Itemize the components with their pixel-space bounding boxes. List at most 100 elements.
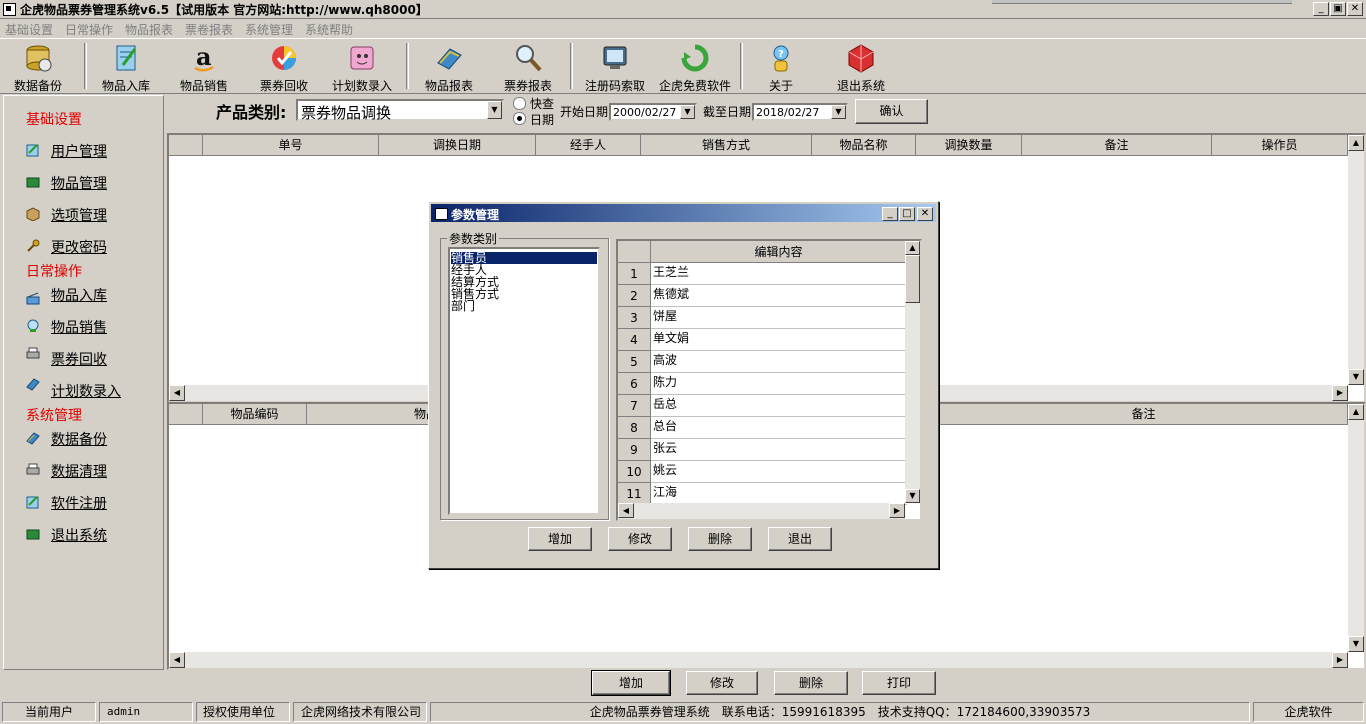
toolbar-free-software[interactable]: 企虎免费软件: [656, 41, 734, 93]
row-number[interactable]: 7: [618, 395, 651, 417]
row-number[interactable]: 2: [618, 285, 651, 307]
row-number[interactable]: 8: [618, 417, 651, 439]
toolbar-exit[interactable]: 退出系统: [834, 41, 888, 93]
sidebar-item-data-backup[interactable]: 数据备份: [51, 429, 107, 449]
scroll-down-icon[interactable]: ▼: [1348, 636, 1364, 652]
row-number[interactable]: 9: [618, 439, 651, 461]
toolbar-stock-in[interactable]: 物品入库: [98, 41, 154, 93]
toolbar-data-backup[interactable]: 数据备份: [10, 41, 66, 93]
column-header[interactable]: 调换数量: [916, 135, 1022, 156]
column-header[interactable]: 经手人: [536, 135, 641, 156]
table-cell[interactable]: 姚云: [651, 461, 907, 483]
table-cell[interactable]: 焦德斌: [651, 285, 907, 307]
toolbar-goods-report[interactable]: 物品报表: [420, 41, 478, 93]
table-cell[interactable]: 王芝兰: [651, 263, 907, 285]
list-item[interactable]: 部门: [451, 300, 475, 312]
dialog-exit-button[interactable]: 退出: [768, 527, 832, 551]
radio-quick[interactable]: [513, 97, 526, 110]
toolbar-about[interactable]: ? 关于: [758, 41, 804, 93]
sidebar-item-plan-entry[interactable]: 计划数录入: [51, 381, 121, 401]
sidebar-item-change-password[interactable]: 更改密码: [51, 237, 107, 257]
row-number[interactable]: 10: [618, 461, 651, 483]
chevron-down-icon[interactable]: ▼: [831, 105, 846, 119]
delete-button[interactable]: 删除: [774, 671, 848, 695]
column-header[interactable]: 销售方式: [641, 135, 812, 156]
toolbar-ticket-recycle[interactable]: 票券回收: [256, 41, 312, 93]
table-cell[interactable]: 总台: [651, 417, 907, 439]
toolbar-plan-entry[interactable]: 计划数录入: [330, 41, 394, 93]
print-button[interactable]: 打印: [862, 671, 936, 695]
sidebar-item-goods-management[interactable]: 物品管理: [51, 173, 107, 193]
toolbar-sales[interactable]: a 物品销售: [176, 41, 232, 93]
radio-date[interactable]: [513, 112, 526, 125]
sidebar-item-options-management[interactable]: 选项管理: [51, 205, 107, 225]
menu-system-admin[interactable]: 系统管理: [245, 21, 293, 38]
dialog-maximize-button[interactable]: □: [899, 207, 915, 221]
row-number[interactable]: 3: [618, 307, 651, 329]
toolbar-ticket-report[interactable]: 票券报表: [500, 41, 556, 93]
table-cell[interactable]: 高波: [651, 351, 907, 373]
column-header[interactable]: 备注: [940, 404, 1348, 425]
close-button[interactable]: ✕: [1347, 2, 1363, 16]
row-number[interactable]: 11: [618, 483, 651, 505]
scroll-up-icon[interactable]: ▲: [1348, 135, 1364, 151]
sidebar-item-ticket-recycle[interactable]: 票券回收: [51, 349, 107, 369]
column-header[interactable]: 物品编码: [203, 404, 307, 425]
row-number[interactable]: 1: [618, 263, 651, 285]
scroll-left-icon[interactable]: ◀: [618, 503, 634, 518]
vertical-scrollbar[interactable]: ▲ ▼: [905, 241, 920, 503]
menu-daily-ops[interactable]: 日常操作: [65, 21, 113, 38]
scroll-left-icon[interactable]: ◀: [169, 385, 185, 401]
add-button[interactable]: 增加: [591, 670, 671, 696]
vertical-scrollbar[interactable]: ▲ ▼: [1348, 404, 1364, 652]
table-cell[interactable]: 江海: [651, 483, 907, 505]
dialog-close-button[interactable]: ✕: [917, 207, 933, 221]
chevron-down-icon[interactable]: ▼: [487, 101, 502, 119]
row-number[interactable]: 4: [618, 329, 651, 351]
sidebar-item-data-cleanup[interactable]: 数据清理: [51, 461, 107, 481]
category-list[interactable]: 销售员 经手人 结算方式 销售方式 部门: [448, 247, 600, 515]
scroll-down-icon[interactable]: ▼: [1348, 369, 1364, 385]
scroll-right-icon[interactable]: ▶: [1332, 385, 1348, 401]
restore-button[interactable]: ▣: [1330, 2, 1346, 16]
table-cell[interactable]: 岳总: [651, 395, 907, 417]
scroll-up-icon[interactable]: ▲: [905, 241, 920, 255]
confirm-button[interactable]: 确认: [855, 99, 928, 124]
chevron-down-icon[interactable]: ▼: [680, 105, 695, 119]
table-cell[interactable]: 饼屋: [651, 307, 907, 329]
row-number[interactable]: 6: [618, 373, 651, 395]
table-cell[interactable]: 单文娟: [651, 329, 907, 351]
toolbar-register-code[interactable]: 注册码索取: [582, 41, 648, 93]
sidebar-item-software-register[interactable]: 软件注册: [51, 493, 107, 513]
column-header[interactable]: 单号: [203, 135, 379, 156]
scroll-down-icon[interactable]: ▼: [905, 489, 920, 503]
column-header[interactable]: 物品名称: [812, 135, 916, 156]
scroll-right-icon[interactable]: ▶: [889, 503, 905, 518]
sidebar-item-user-management[interactable]: 用户管理: [51, 141, 107, 161]
minimize-button[interactable]: _: [1313, 2, 1329, 16]
row-number[interactable]: 5: [618, 351, 651, 373]
column-header[interactable]: 调换日期: [379, 135, 536, 156]
horizontal-scrollbar[interactable]: ◀ ▶: [618, 503, 905, 519]
sidebar-item-stock-in[interactable]: 物品入库: [51, 285, 107, 305]
menu-ticket-report[interactable]: 票卷报表: [185, 21, 233, 38]
sidebar-item-exit[interactable]: 退出系统: [51, 525, 107, 545]
scroll-left-icon[interactable]: ◀: [169, 652, 185, 668]
dialog-edit-button[interactable]: 修改: [608, 527, 672, 551]
menu-basic-settings[interactable]: 基础设置: [5, 21, 53, 38]
dialog-delete-button[interactable]: 删除: [688, 527, 752, 551]
end-date-picker[interactable]: 2018/02/27 ▼: [752, 103, 848, 121]
menu-goods-report[interactable]: 物品报表: [125, 21, 173, 38]
column-header[interactable]: 编辑内容: [651, 241, 907, 263]
dialog-title-bar[interactable]: 参数管理 _ □ ✕: [431, 204, 936, 222]
scroll-thumb[interactable]: [905, 255, 920, 303]
app-icon[interactable]: [3, 3, 16, 16]
column-header[interactable]: 操作员: [1212, 135, 1348, 156]
column-header[interactable]: 备注: [1022, 135, 1212, 156]
scroll-right-icon[interactable]: ▶: [1332, 652, 1348, 668]
menu-help[interactable]: 系统帮助: [305, 21, 353, 38]
edit-button[interactable]: 修改: [686, 671, 758, 695]
table-cell[interactable]: 陈力: [651, 373, 907, 395]
category-select[interactable]: 票券物品调换 ▼: [296, 99, 504, 122]
sidebar-item-sales[interactable]: 物品销售: [51, 317, 107, 337]
